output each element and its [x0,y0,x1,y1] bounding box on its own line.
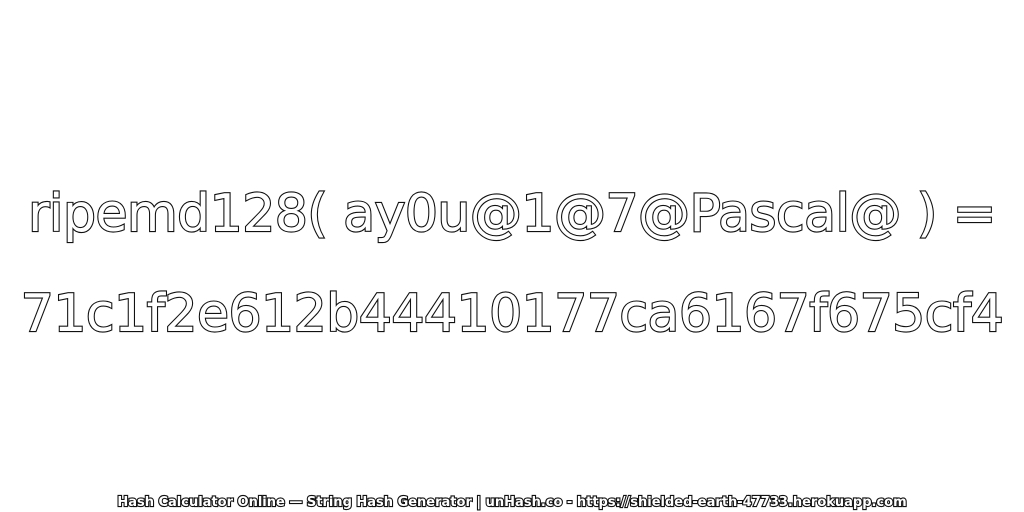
hash-result-image: ripemd128( ay0u@1@7@Pascal@ ) = 71c1f2e6… [0,0,1024,512]
footer-caption: Hash Calculator Online — String Hash Gen… [116,494,908,511]
hash-expression: ripemd128( ay0u@1@7@Pascal@ ) = [27,183,997,245]
hash-value: 71c1f2e612b44410177ca6167f675cf4 [20,283,1005,345]
